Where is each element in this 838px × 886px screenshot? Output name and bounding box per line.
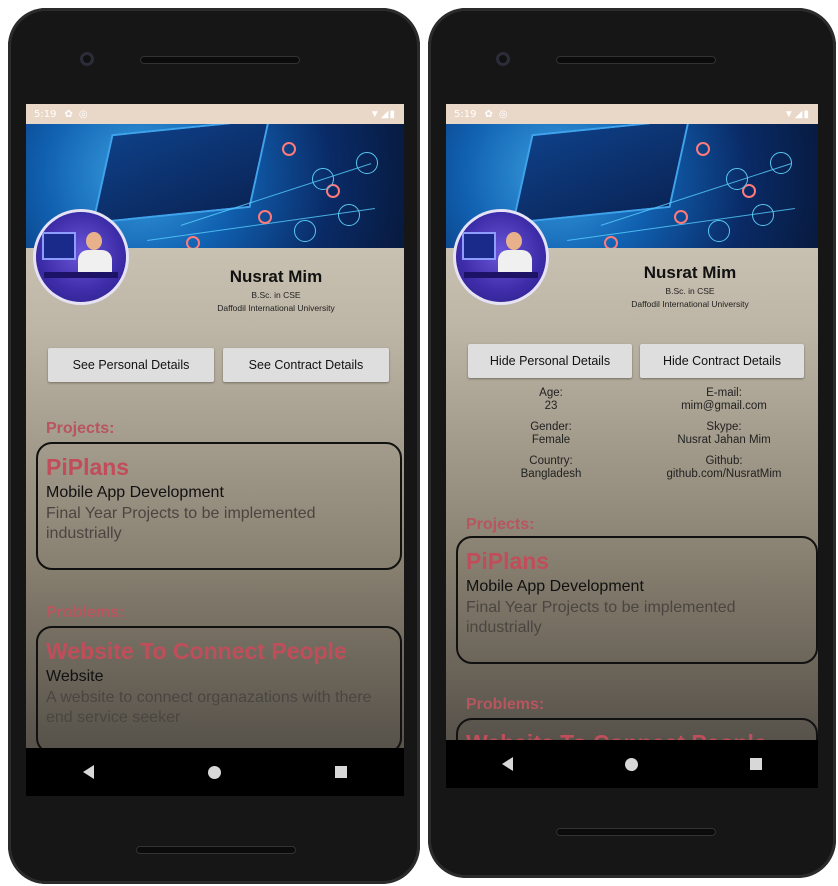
problem-title: Website To Connect People (46, 638, 347, 664)
detail-age: Age: 23 (539, 387, 563, 412)
profile-university: Daffodil International University (631, 299, 749, 309)
settings-icon: ✿ (64, 108, 73, 120)
detail-gender: Gender: Female (530, 421, 572, 446)
see-contract-details-button[interactable]: See Contract Details (223, 348, 389, 382)
recent-apps-icon[interactable] (335, 766, 347, 778)
detail-github: Github: github.com/NusratMim (666, 455, 782, 480)
bottom-speaker (556, 828, 716, 836)
sync-icon: ◎ (78, 108, 88, 120)
left-app-screen: 5:19 ✿ ◎ ▼◢▮ Nusrat Mim B.Sc. in CSE Daf… (26, 104, 404, 748)
back-icon[interactable] (502, 757, 513, 771)
detail-country: Country: Bangladesh (520, 455, 582, 480)
back-icon[interactable] (83, 765, 94, 779)
problems-label: Problems: (46, 604, 125, 621)
problem-card[interactable]: Website To Connect People (456, 718, 818, 740)
status-time: 5:19 (34, 108, 57, 120)
problem-description: A website to connect organazations with … (46, 689, 372, 726)
front-camera-icon (496, 52, 510, 66)
sync-icon: ◎ (498, 108, 508, 120)
project-category: Mobile App Development (466, 578, 644, 596)
signal-battery-icons: ▼◢▮ (783, 108, 810, 120)
right-app-screen: 5:19 ✿ ◎ ▼◢▮ Nusrat Mim B.Sc. in CSE Daf… (446, 104, 818, 740)
detail-skype: Skype: Nusrat Jahan Mim (677, 421, 771, 446)
left-phone-frame: 5:19 ✿ ◎ ▼◢▮ Nusrat Mim B.Sc. in CSE Daf… (8, 8, 420, 884)
bottom-speaker (136, 846, 296, 854)
contact-details: E-mail: mim@gmail.com Skype: Nusrat Jaha… (642, 387, 806, 489)
personal-details: Age: 23 Gender: Female Country: Banglade… (486, 387, 616, 489)
status-time: 5:19 (454, 108, 477, 120)
laptop-illustration (94, 124, 268, 222)
right-phone-frame: 5:19 ✿ ◎ ▼◢▮ Nusrat Mim B.Sc. in CSE Daf… (428, 8, 836, 878)
signal-battery-icons: ▼◢▮ (369, 108, 396, 120)
status-bar: 5:19 ✿ ◎ ▼◢▮ (446, 104, 818, 124)
problem-category: Website (46, 668, 104, 686)
problem-title: Website To Connect People (466, 730, 808, 740)
hide-contract-details-button[interactable]: Hide Contract Details (640, 344, 804, 378)
avatar (456, 212, 546, 302)
status-bar: 5:19 ✿ ◎ ▼◢▮ (26, 104, 404, 124)
profile-name: Nusrat Mim (643, 263, 737, 282)
detail-email: E-mail: mim@gmail.com (681, 387, 767, 412)
project-card[interactable]: PiPlans Mobile App Development Final Yea… (456, 536, 818, 664)
profile-name: Nusrat Mim (229, 267, 323, 286)
project-category: Mobile App Development (46, 484, 224, 502)
profile-university: Daffodil International University (217, 303, 335, 313)
hide-personal-details-button[interactable]: Hide Personal Details (468, 344, 632, 378)
projects-label: Projects: (466, 516, 535, 533)
settings-icon: ✿ (484, 108, 493, 120)
laptop-illustration (514, 124, 688, 222)
problems-label: Problems: (466, 696, 545, 713)
avatar (36, 212, 126, 302)
project-title: PiPlans (466, 548, 550, 574)
profile-degree: B.Sc. in CSE (251, 290, 301, 300)
android-nav-bar (446, 740, 818, 788)
top-speaker (140, 56, 300, 64)
project-card[interactable]: PiPlans Mobile App Development Final Yea… (36, 442, 402, 570)
project-description: Final Year Projects to be implemented in… (46, 505, 316, 542)
android-nav-bar (26, 748, 404, 796)
top-speaker (556, 56, 716, 64)
home-icon[interactable] (208, 765, 221, 779)
home-icon[interactable] (625, 757, 638, 771)
profile-degree: B.Sc. in CSE (665, 286, 715, 296)
front-camera-icon (80, 52, 94, 66)
problem-card[interactable]: Website To Connect People Website A webs… (36, 626, 402, 748)
project-title: PiPlans (46, 454, 130, 480)
project-description: Final Year Projects to be implemented in… (466, 599, 736, 636)
recent-apps-icon[interactable] (750, 758, 762, 770)
see-personal-details-button[interactable]: See Personal Details (48, 348, 214, 382)
projects-label: Projects: (46, 420, 115, 437)
